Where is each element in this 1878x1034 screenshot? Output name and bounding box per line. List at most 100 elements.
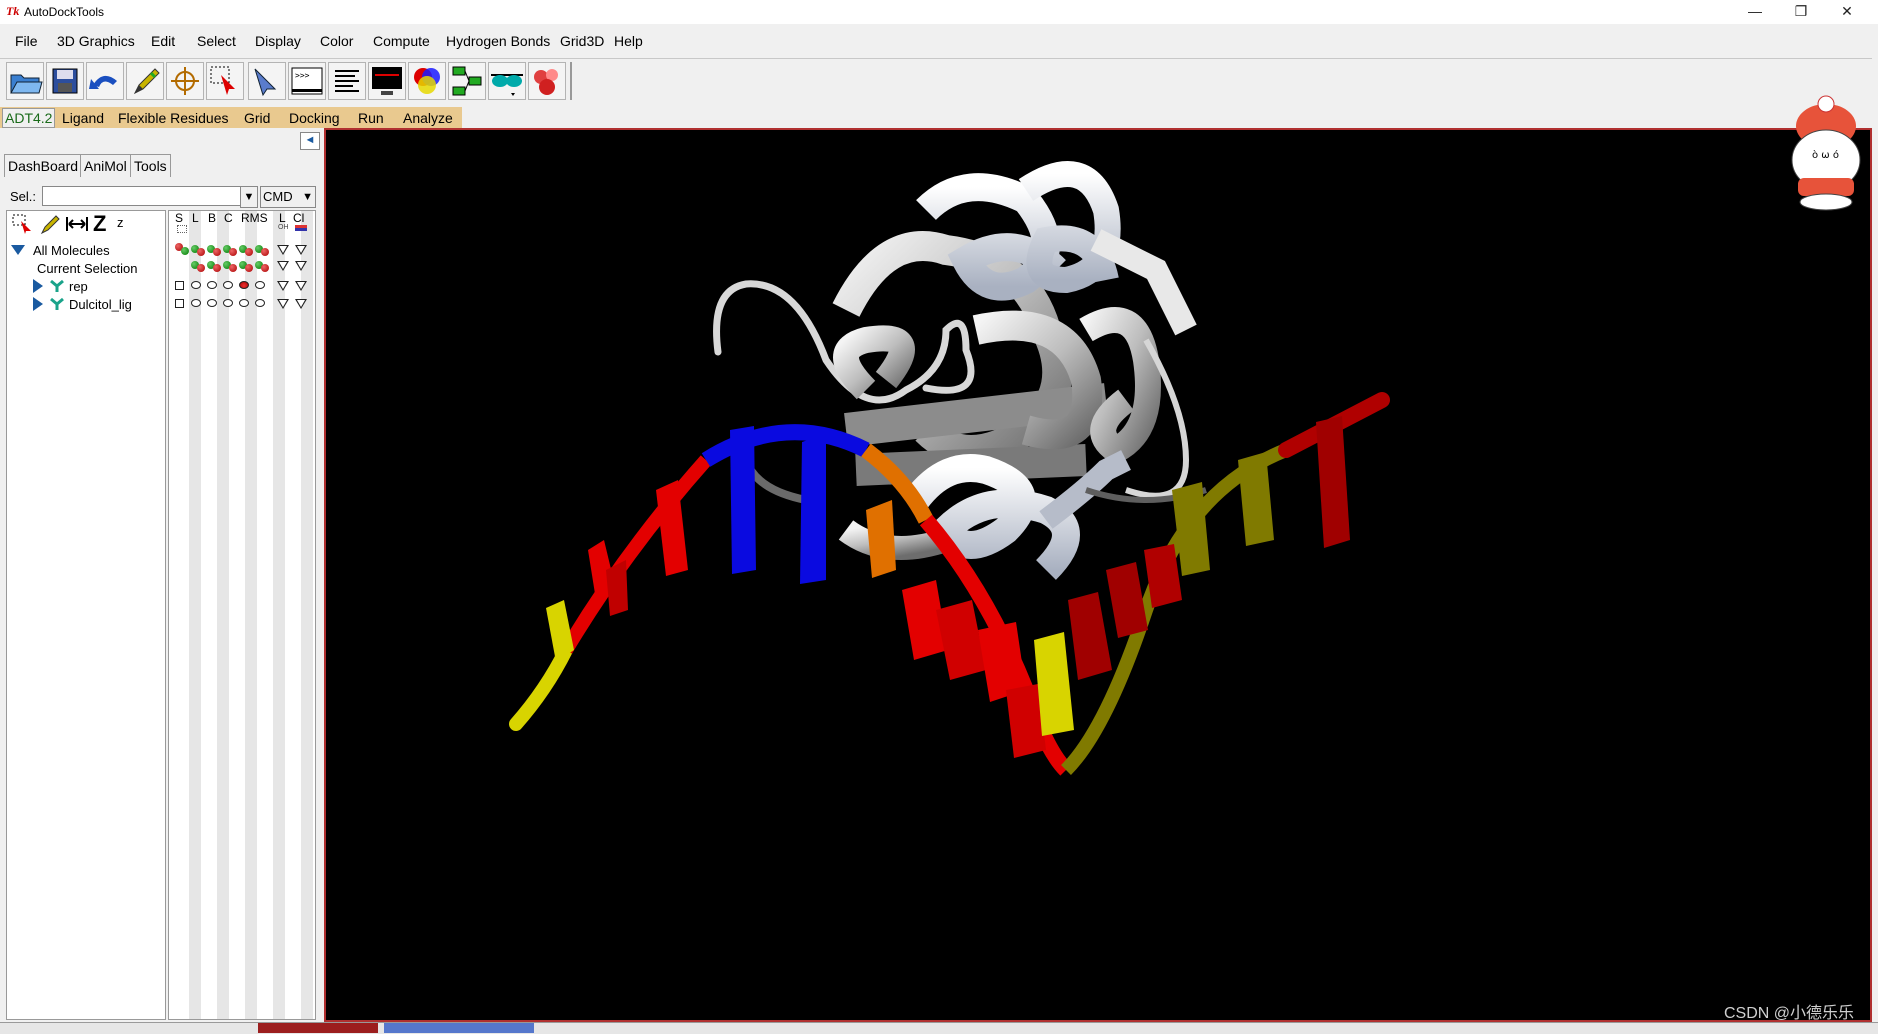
row-checkbox[interactable] [175, 281, 184, 290]
row-triangle[interactable] [295, 281, 307, 291]
row-dot[interactable] [181, 247, 189, 255]
chevron-down-icon: ▼ [302, 191, 313, 203]
row-oval[interactable] [255, 281, 265, 289]
menu-help[interactable]: Help [614, 33, 643, 49]
pencil-tool-icon[interactable] [39, 213, 61, 235]
distance-tool-icon[interactable] [65, 215, 89, 233]
adt-tab-run[interactable]: Run [358, 110, 384, 126]
close-button[interactable]: ✕ [1824, 0, 1870, 24]
row-triangle[interactable] [295, 245, 307, 255]
menu-3d-graphics[interactable]: 3D Graphics [57, 33, 135, 49]
expand-closed-icon[interactable] [33, 279, 43, 293]
save-icon[interactable] [46, 62, 84, 100]
restore-button[interactable]: ❐ [1778, 0, 1824, 24]
row-dot[interactable] [213, 248, 221, 256]
selection-dropdown-icon[interactable]: ▼ [240, 186, 258, 208]
column-header-s[interactable]: S [175, 211, 183, 225]
column-header-l[interactable]: L [192, 211, 199, 225]
column-header-b[interactable]: B [208, 211, 216, 225]
menu-edit[interactable]: Edit [151, 33, 175, 49]
tree-node-current-selection[interactable]: Current Selection [37, 261, 137, 276]
column-header-c[interactable]: C [224, 211, 233, 225]
row-checkbox[interactable] [175, 299, 184, 308]
open-file-icon[interactable] [6, 62, 44, 100]
protein-cartoon [713, 161, 1207, 580]
adt-tab-flexible-residues[interactable]: Flexible Residues [118, 110, 229, 126]
text-lines-icon[interactable] [328, 62, 366, 100]
row-oval[interactable] [207, 281, 217, 289]
row-dot[interactable] [261, 264, 269, 272]
row-oval[interactable] [239, 299, 249, 307]
crosshair-icon[interactable] [166, 62, 204, 100]
row-oval[interactable] [223, 281, 233, 289]
row-dot[interactable] [245, 248, 253, 256]
tab-animol[interactable]: AniMol [80, 154, 131, 177]
3d-viewer[interactable] [324, 128, 1872, 1022]
adt-tab-grid[interactable]: Grid [244, 110, 270, 126]
stereo-glasses-icon[interactable] [488, 62, 526, 100]
python-shell-icon[interactable]: >>> [288, 62, 326, 100]
row-triangle[interactable] [295, 299, 307, 309]
minimize-button[interactable]: — [1732, 0, 1778, 24]
row-dot[interactable] [261, 248, 269, 256]
expand-closed-icon[interactable] [33, 297, 43, 311]
expand-open-icon[interactable] [11, 245, 25, 255]
menu-grid3d[interactable]: Grid3D [560, 33, 604, 49]
row-dot[interactable] [245, 264, 253, 272]
pointer-icon[interactable] [248, 62, 286, 100]
row-oval[interactable] [207, 299, 217, 307]
row-triangle[interactable] [277, 261, 289, 271]
tab-tools[interactable]: Tools [130, 154, 171, 177]
row-triangle[interactable] [277, 299, 289, 309]
row-dot[interactable] [229, 264, 237, 272]
tree-tools: Z z [9, 211, 165, 237]
row-triangle[interactable] [277, 281, 289, 291]
menu-select[interactable]: Select [197, 33, 236, 49]
row-dot[interactable] [229, 248, 237, 256]
network-icon[interactable] [448, 62, 486, 100]
menu-display[interactable]: Display [255, 33, 301, 49]
adt-tab-analyze[interactable]: Analyze [403, 110, 453, 126]
column-header-rms[interactable]: RMS [241, 211, 268, 225]
row-oval[interactable] [191, 281, 201, 289]
menu-hydrogen-bonds[interactable]: Hydrogen Bonds [446, 33, 550, 49]
row-dot[interactable] [197, 248, 205, 256]
monitor-icon[interactable] [368, 62, 406, 100]
menu-compute[interactable]: Compute [373, 33, 430, 49]
molecule-icon[interactable] [528, 62, 566, 100]
tree-node-dulcitol-lig[interactable]: Dulcitol_lig [69, 297, 132, 312]
menu-file[interactable]: File [15, 33, 38, 49]
tree-node-all-molecules[interactable]: All Molecules [33, 243, 110, 258]
row-oval[interactable] [223, 299, 233, 307]
column-header-cl[interactable]: Cl [293, 211, 304, 225]
undo-icon[interactable] [86, 62, 124, 100]
cmd-label: CMD [263, 189, 293, 204]
zoom-out-tool[interactable]: z [117, 215, 124, 230]
adt-tab-docking[interactable]: Docking [289, 110, 340, 126]
select-icon[interactable] [206, 62, 244, 100]
collapse-panel-icon[interactable]: ◄ [300, 132, 320, 150]
sphere-icon[interactable] [408, 62, 446, 100]
tab-dashboard[interactable]: DashBoard [4, 154, 83, 177]
zoom-in-tool[interactable]: Z [93, 211, 106, 237]
row-oval-active[interactable] [239, 281, 249, 289]
adt-tab-ligand[interactable]: Ligand [62, 110, 104, 126]
column-stripe [273, 211, 285, 1019]
svg-text:ò ω ó: ò ω ó [1812, 149, 1839, 161]
column-header-l2[interactable]: L [279, 211, 286, 225]
select-tool-icon[interactable] [11, 213, 33, 235]
molecule-render[interactable] [326, 130, 1870, 1020]
pencil-icon[interactable] [126, 62, 164, 100]
menu-color[interactable]: Color [320, 33, 353, 49]
selection-input[interactable] [42, 186, 248, 206]
cmd-select[interactable]: CMD ▼ [260, 186, 316, 208]
tree-node-rep[interactable]: rep [69, 279, 88, 294]
select-column-icon [177, 225, 187, 233]
row-triangle[interactable] [277, 245, 289, 255]
row-triangle[interactable] [295, 261, 307, 271]
row-oval[interactable] [191, 299, 201, 307]
row-oval[interactable] [255, 299, 265, 307]
row-dot[interactable] [213, 264, 221, 272]
adt-tab-version[interactable]: ADT4.2 [2, 108, 56, 128]
row-dot[interactable] [197, 264, 205, 272]
